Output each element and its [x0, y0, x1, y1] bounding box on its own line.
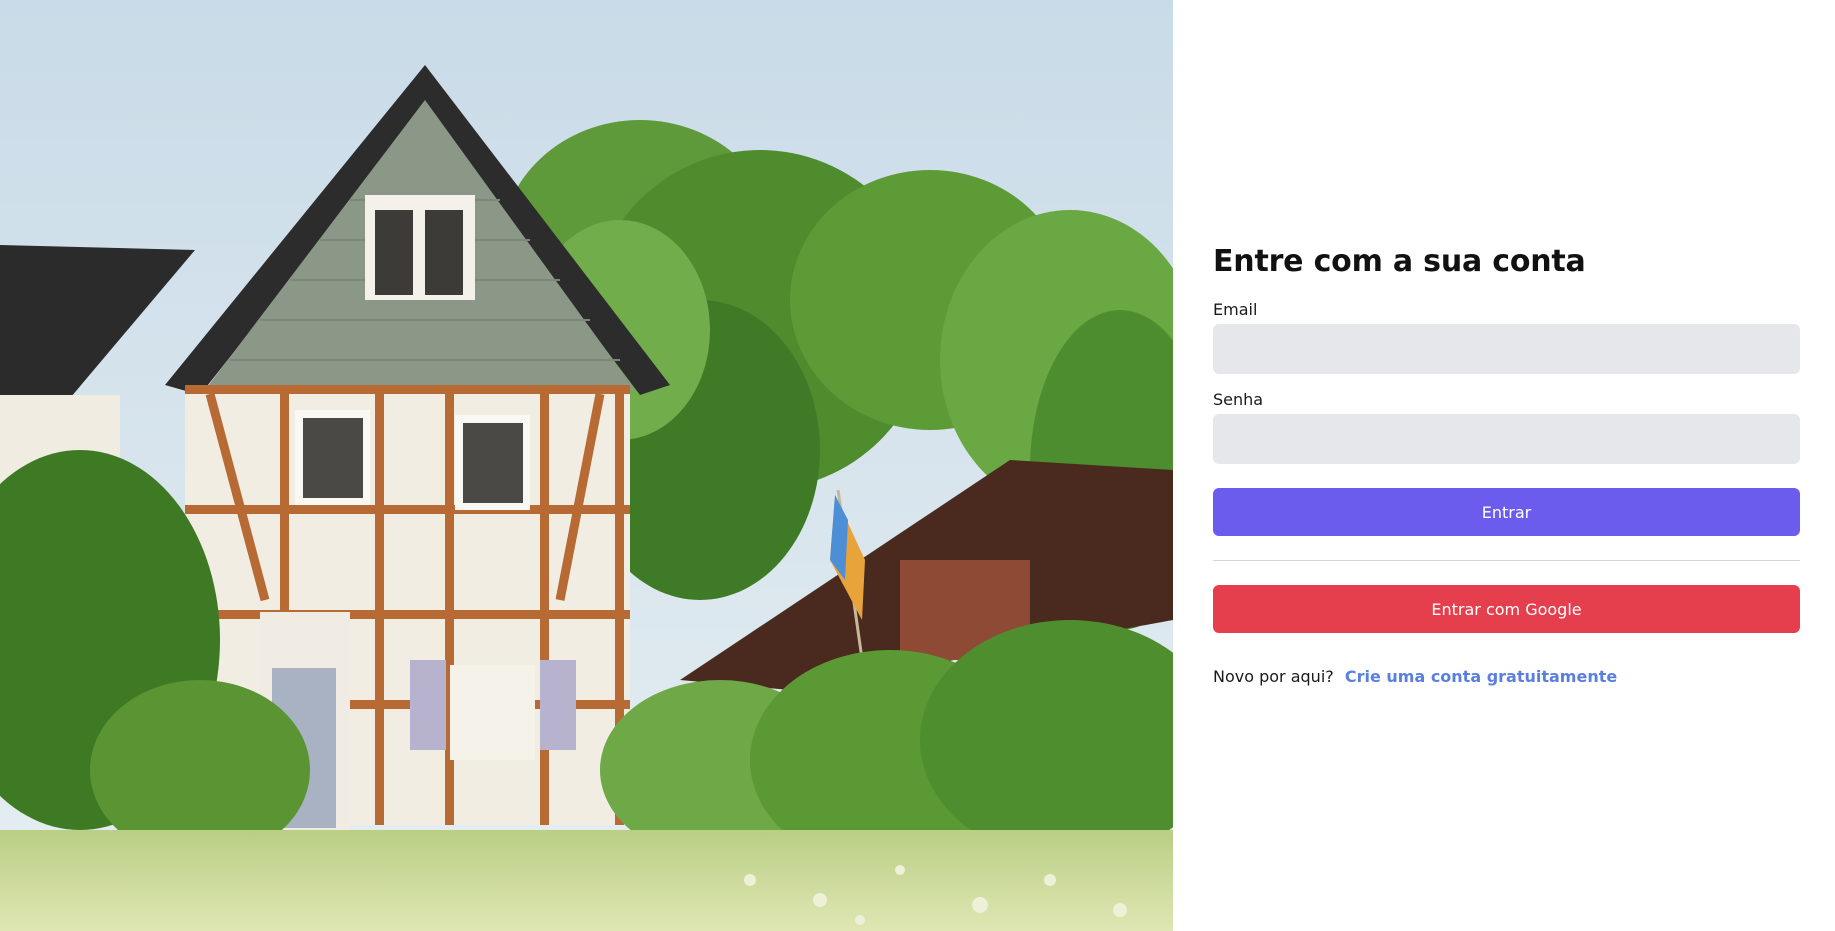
- page-title: Entre com a sua conta: [1213, 244, 1586, 279]
- login-button[interactable]: Entrar: [1213, 488, 1800, 536]
- half-timbered-house-photo: [0, 0, 1173, 931]
- signup-row: Novo por aqui? Crie uma conta gratuitame…: [1213, 667, 1800, 687]
- email-label: Email: [1213, 300, 1258, 319]
- signup-prompt: Novo por aqui?: [1213, 667, 1334, 686]
- google-login-button[interactable]: Entrar com Google: [1213, 585, 1800, 633]
- hero-image: [0, 0, 1173, 931]
- email-field[interactable]: [1213, 324, 1800, 374]
- password-field[interactable]: [1213, 414, 1800, 464]
- login-form: Entre com a sua conta Email Senha Entrar…: [1213, 242, 1800, 687]
- login-page: Entre com a sua conta Email Senha Entrar…: [0, 0, 1835, 931]
- login-panel: Entre com a sua conta Email Senha Entrar…: [1173, 0, 1835, 931]
- signup-link[interactable]: Crie uma conta gratuitamente: [1345, 667, 1617, 686]
- password-label: Senha: [1213, 390, 1264, 409]
- divider: [1213, 560, 1800, 561]
